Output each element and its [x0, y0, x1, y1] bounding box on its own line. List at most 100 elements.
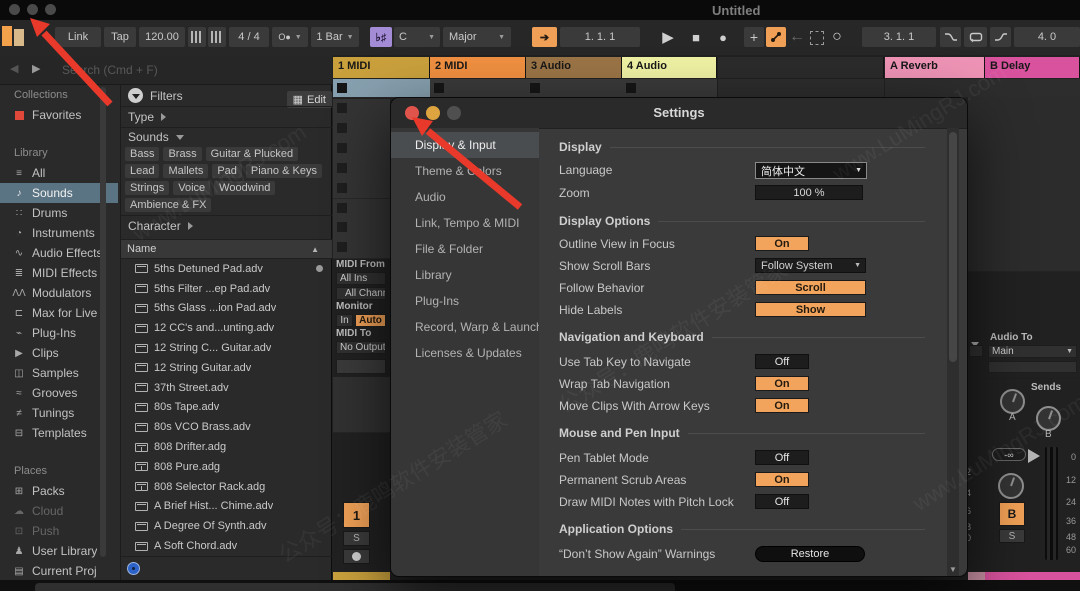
settings-nav-item-file-folder[interactable]: File & Folder	[391, 236, 539, 262]
root-note-menu[interactable]: C▼	[394, 27, 440, 47]
browser-back-button[interactable]: ◀	[10, 62, 18, 75]
filter-tag-strings[interactable]: Strings	[125, 181, 169, 195]
midi-channel-select[interactable]: All Chann	[336, 287, 386, 300]
nudge-down-button[interactable]	[188, 27, 206, 47]
loop-switch[interactable]	[964, 27, 987, 47]
scale-menu[interactable]: Major▼	[443, 27, 511, 47]
file-list-item[interactable]: 5ths Detuned Pad.adv	[121, 259, 333, 279]
return-track-header-a-reverb[interactable]: A Reverb	[885, 57, 985, 78]
time-signature-field[interactable]: 4 / 4	[229, 27, 269, 47]
nudge-up-button[interactable]	[208, 27, 226, 47]
settings-nav-item-link-tempo-midi[interactable]: Link, Tempo & MIDI	[391, 210, 539, 236]
play-button[interactable]: ▶	[656, 27, 680, 47]
settings-nav-item-licenses-updates[interactable]: Licenses & Updates	[391, 340, 539, 366]
scroll-down-icon[interactable]: ▼	[949, 565, 957, 574]
pan-knob[interactable]	[998, 473, 1024, 499]
link-button[interactable]: Link	[55, 27, 101, 47]
file-list-item[interactable]: 80s Tape.adv	[121, 398, 333, 418]
setting-select-show-scroll-bars[interactable]: Follow System▼	[755, 258, 866, 273]
file-list-item[interactable]: 12 String Guitar.adv	[121, 358, 333, 378]
settings-nav-item-display-input[interactable]: Display & Input	[391, 132, 539, 158]
file-list-item[interactable]: 80s VCO Brass.adv	[121, 417, 333, 437]
filter-tag-brass[interactable]: Brass	[163, 147, 201, 161]
capture-midi-button[interactable]	[766, 27, 786, 47]
clip-slot[interactable]	[333, 79, 431, 98]
track-header-2-midi[interactable]: 2 MIDI	[430, 57, 526, 78]
settings-nav-item-theme-colors[interactable]: Theme & Colors	[391, 158, 539, 184]
clip-slot[interactable]	[430, 79, 527, 98]
setting-button-don-t-show-again-warnings[interactable]: Restore	[755, 546, 865, 562]
track-header-1-midi[interactable]: 1 MIDI	[333, 57, 430, 78]
follow-button[interactable]: ➔	[532, 27, 557, 47]
sidebar-scrollbar[interactable]	[100, 87, 106, 557]
groove-amount-control[interactable]: O●▼	[272, 27, 308, 47]
setting-toggle-follow-behavior[interactable]: Scroll	[755, 280, 866, 295]
key-signature-button[interactable]: ♭♯	[370, 27, 392, 47]
file-list-item[interactable]: 5ths Glass ...ion Pad.adv	[121, 299, 333, 319]
file-list-item[interactable]: A Soft Chord.adv	[121, 536, 333, 556]
sort-ascending-icon[interactable]: ▲	[311, 245, 319, 254]
punch-in-button[interactable]	[940, 27, 961, 47]
filter-tag-lead[interactable]: Lead	[125, 164, 159, 178]
setting-toggle-draw-midi-notes-with-pitch-lock[interactable]: Off	[755, 494, 809, 509]
loop-start-field[interactable]: 3. 1. 1	[862, 27, 936, 47]
window-close-button[interactable]	[9, 4, 20, 15]
track-header-4-audio[interactable]: 4 Audio	[622, 57, 717, 78]
sidebar-item-current-proj[interactable]: ▤Current Proj	[0, 561, 118, 580]
settings-nav-item-record-warp-launch[interactable]: Record, Warp & Launch	[391, 314, 539, 340]
midi-to-select[interactable]: No Output	[336, 341, 386, 354]
clip-slot[interactable]	[526, 79, 623, 98]
loop-length-field[interactable]: 4. 0	[1014, 27, 1080, 47]
filter-tag-woodwind[interactable]: Woodwind	[214, 181, 275, 195]
clip-slot[interactable]	[622, 79, 718, 98]
stop-button[interactable]: ■	[684, 27, 708, 47]
file-list-item[interactable]: 808 Selector Rack.adg	[121, 477, 333, 497]
automation-mode-button[interactable]: ○	[828, 27, 846, 47]
file-list-item[interactable]: 12 CC's and...unting.adv	[121, 318, 333, 338]
preview-toggle-icon[interactable]	[127, 562, 140, 575]
setting-toggle-permanent-scrub-areas[interactable]: On	[755, 472, 809, 487]
setting-value-zoom[interactable]: 100 %	[755, 185, 863, 200]
setting-toggle-hide-labels[interactable]: Show	[755, 302, 866, 317]
clip-slot[interactable]	[333, 179, 390, 200]
file-list-item[interactable]: 808 Pure.adg	[121, 457, 333, 477]
file-list-item[interactable]: 37th Street.adv	[121, 378, 333, 398]
send-a-knob[interactable]	[1000, 389, 1025, 414]
arm-button-track1[interactable]	[343, 549, 370, 564]
audio-to-select[interactable]: Main▼	[988, 345, 1077, 358]
back-to-arrangement-button[interactable]: ←	[788, 27, 806, 47]
tap-tempo-button[interactable]: Tap	[104, 27, 136, 47]
setting-toggle-move-clips-with-arrow-keys[interactable]: On	[755, 398, 809, 413]
volume-field[interactable]: -∞	[992, 448, 1026, 461]
setting-toggle-pen-tablet-mode[interactable]: Off	[755, 450, 809, 465]
punch-out-button[interactable]	[990, 27, 1011, 47]
return-track-header-b-delay[interactable]: B Delay	[985, 57, 1080, 78]
draw-mode-button[interactable]	[810, 31, 824, 45]
track-header-3-audio[interactable]: 3 Audio	[526, 57, 622, 78]
filter-group-character[interactable]: Character	[121, 219, 340, 233]
file-list-header[interactable]: Name ▲	[121, 239, 333, 259]
filter-group-sounds[interactable]: Sounds	[121, 130, 340, 144]
clip-slot[interactable]	[333, 119, 390, 140]
settings-nav-item-library[interactable]: Library	[391, 262, 539, 288]
tempo-field[interactable]: 120.00	[139, 27, 185, 47]
filter-tag-guitar-plucked[interactable]: Guitar & Plucked	[206, 147, 299, 161]
solo-button-return-b[interactable]: S	[999, 529, 1025, 543]
file-list-item[interactable]: A Brief Hist... Chime.adv	[121, 497, 333, 517]
track-activator-1[interactable]: 1	[343, 502, 370, 528]
filter-tag-mallets[interactable]: Mallets	[163, 164, 208, 178]
file-list-item[interactable]: 12 String C... Guitar.adv	[121, 338, 333, 358]
monitor-auto-button[interactable]: Auto	[355, 314, 386, 327]
record-button[interactable]: ●	[711, 27, 735, 47]
filter-tag-voice[interactable]: Voice	[173, 181, 210, 195]
arrangement-position-field[interactable]: 1. 1. 1	[560, 27, 640, 47]
send-b-knob[interactable]	[1036, 406, 1061, 431]
browser-search-input[interactable]: Search (Cmd + F)	[62, 63, 158, 77]
file-list-item[interactable]: 5ths Filter ...ep Pad.adv	[121, 279, 333, 299]
file-list-item[interactable]: A Degree Of Synth.adv	[121, 516, 333, 536]
monitor-in-button[interactable]: In	[336, 314, 353, 327]
file-list-item[interactable]: 808 Drifter.adg	[121, 437, 333, 457]
quantization-menu[interactable]: 1 Bar▼	[311, 27, 359, 47]
setting-toggle-wrap-tab-navigation[interactable]: On	[755, 376, 809, 391]
window-minimize-button[interactable]	[27, 4, 38, 15]
